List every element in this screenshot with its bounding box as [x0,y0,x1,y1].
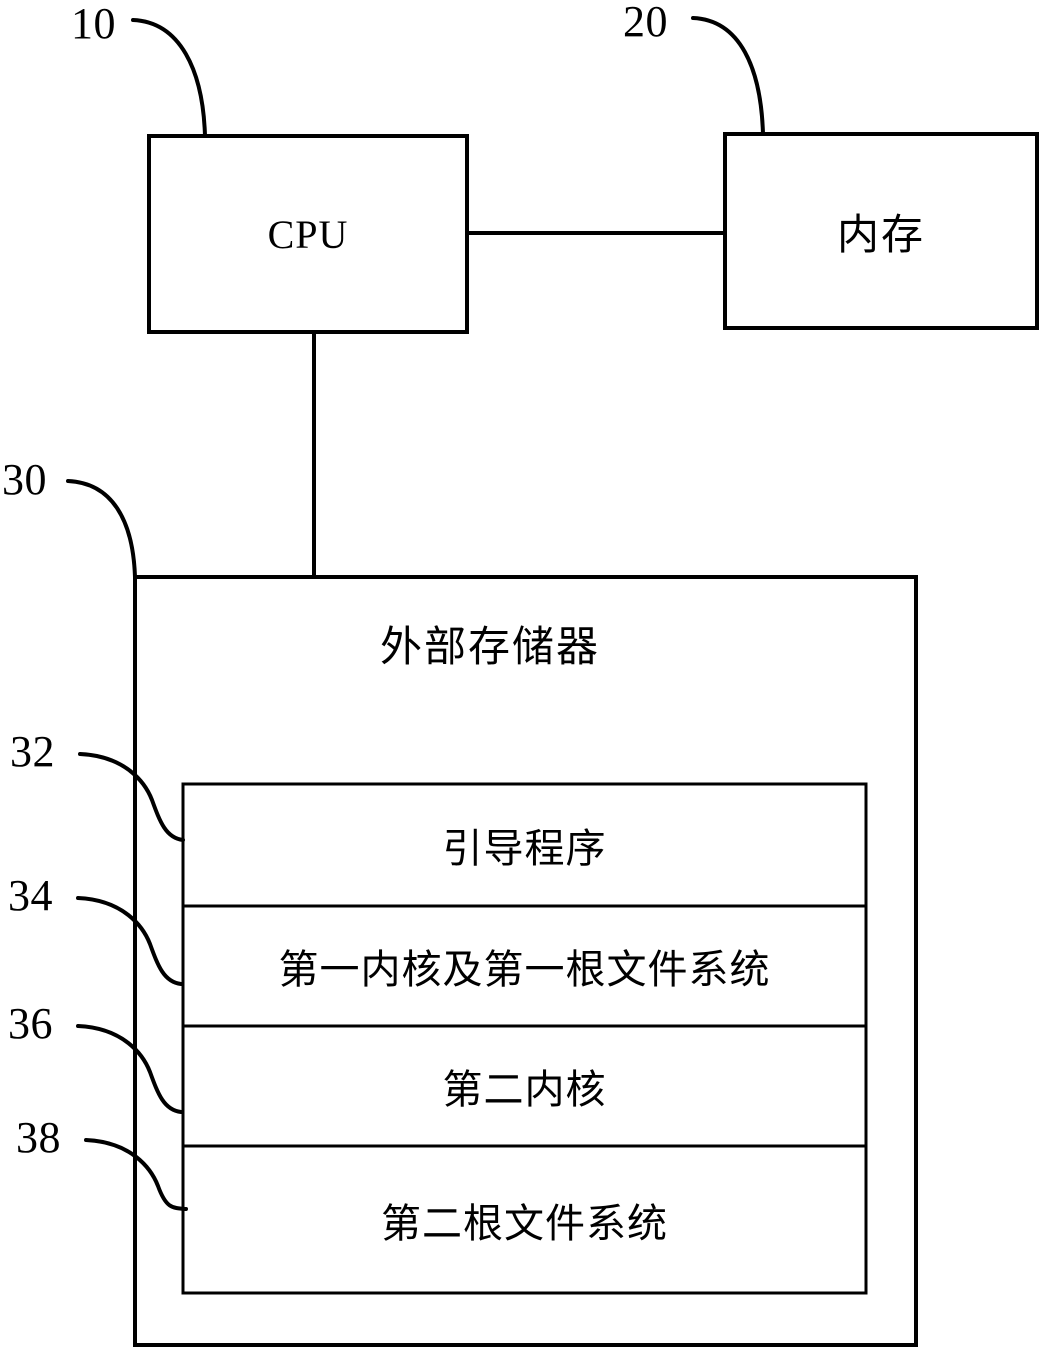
ref-numeral-20: 20 [623,0,668,46]
ref-numeral-38: 38 [16,1113,61,1162]
ref-numeral-10: 10 [71,0,116,48]
partition-second-kernel-label: 第二内核 [442,1067,607,1113]
leader-line-30 [66,479,137,579]
leader-line-10 [131,18,207,138]
partition-boot-program-label: 引导程序 [442,826,607,872]
external-storage-label: 外部存储器 [379,621,600,671]
patent-figure: 10 20 30 32 34 36 38 CPU 内存 外部存储器 引导程序 第… [0,0,1047,1355]
leader-line-20 [691,16,765,136]
ref-numeral-32: 32 [10,727,55,776]
cpu-label: CPU [267,211,349,257]
partition-first-kernel-label: 第一内核及第一根文件系统 [278,947,771,993]
ref-numeral-34: 34 [8,871,53,920]
leader-line-34 [76,896,183,986]
leader-line-32 [78,752,185,842]
ref-numeral-30: 30 [2,455,47,504]
ref-numeral-36: 36 [8,999,53,1048]
memory-label: 内存 [836,209,925,259]
partition-second-rootfs-label: 第二根文件系统 [381,1200,668,1247]
leader-line-36 [76,1024,183,1114]
